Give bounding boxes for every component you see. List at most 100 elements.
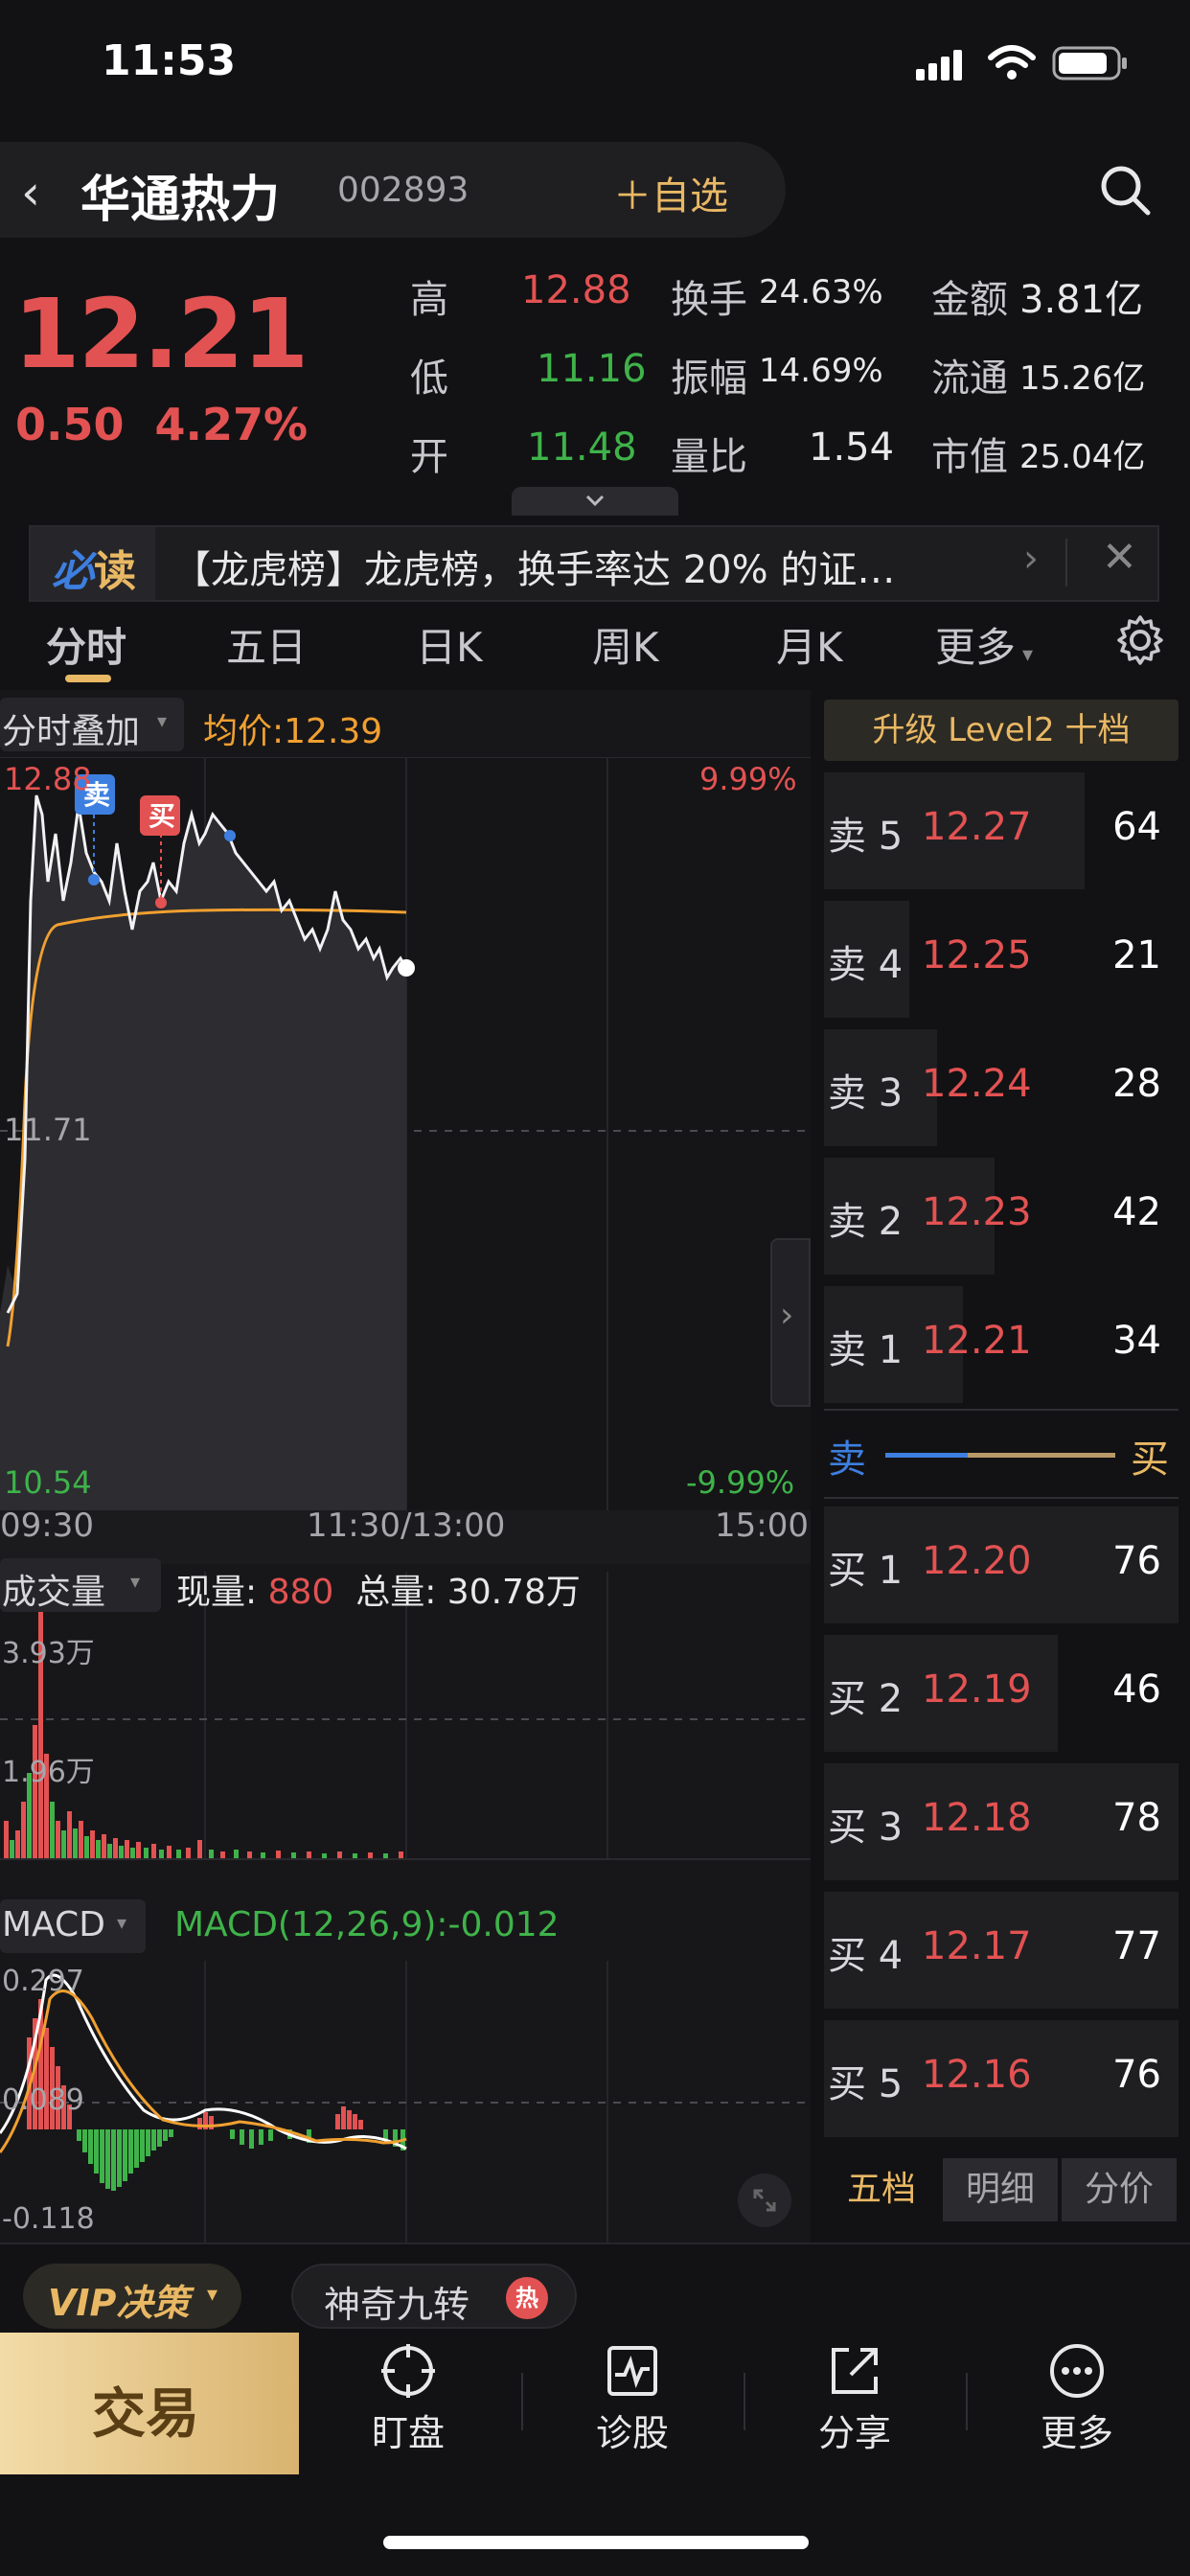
ask-price: 12.24 xyxy=(922,1062,1032,1106)
bid-volume: 77 xyxy=(1112,1924,1161,1968)
watch-button[interactable]: 盯盘 xyxy=(332,2342,485,2467)
macd-label: MACD xyxy=(2,1905,105,1944)
more-dots-icon xyxy=(1050,2344,1104,2398)
current-price: 12.21 xyxy=(13,278,309,390)
tab-monthly-k[interactable]: 月K xyxy=(776,615,843,674)
volume-indicator-selector[interactable]: 成交量 ▾ xyxy=(0,1558,161,1612)
stock-header: ‹ 华通热力 002893 ＋自选 xyxy=(0,142,786,238)
diagnose-button[interactable]: 诊股 xyxy=(556,2342,709,2467)
bid-level-label: 买 2 xyxy=(828,1677,904,1721)
market-cap-value: 25.04亿 xyxy=(1019,438,1146,476)
tab-price-distribution[interactable]: 分价 xyxy=(1062,2158,1177,2221)
diagnose-label: 诊股 xyxy=(595,2412,669,2454)
high-value: 12.88 xyxy=(521,268,631,312)
bid-price: 12.19 xyxy=(922,1668,1032,1712)
ask-level-label: 卖 3 xyxy=(828,1071,904,1116)
ask-level-label: 卖 2 xyxy=(828,1200,904,1244)
gear-icon[interactable] xyxy=(1115,615,1165,665)
low-label: 低 xyxy=(410,356,448,401)
ask-row-4[interactable]: 卖 4 12.25 21 xyxy=(824,901,1179,1018)
chart-svg xyxy=(0,757,811,1860)
open-label: 开 xyxy=(410,435,448,479)
ask-row-2[interactable]: 卖 2 12.23 42 xyxy=(824,1158,1179,1275)
chevron-right-icon: › xyxy=(780,1296,794,1335)
tab-detail[interactable]: 明细 xyxy=(943,2158,1058,2221)
y-axis-min: 10.54 xyxy=(4,1464,92,1501)
sell-marker[interactable]: 卖 xyxy=(77,774,117,813)
watch-label: 盯盘 xyxy=(371,2412,445,2454)
float-value: 15.26亿 xyxy=(1019,359,1146,398)
trade-button[interactable]: 交易 xyxy=(0,2333,299,2474)
bid-price: 12.16 xyxy=(922,2053,1032,2097)
turnover-label: 换手 xyxy=(671,278,747,322)
upgrade-level2-button[interactable]: 升级 Level2 十档 xyxy=(824,700,1179,761)
more-button[interactable]: 更多 xyxy=(1000,2342,1154,2467)
vip-decision-button[interactable]: VIP决策 ▾ xyxy=(23,2264,241,2329)
buy-ratio-label: 买 xyxy=(1131,1438,1169,1482)
time-mid: 11:30/13:00 xyxy=(307,1506,506,1545)
search-icon[interactable] xyxy=(1096,161,1154,218)
ask-volume: 21 xyxy=(1112,933,1161,978)
overlay-label: 分时叠加 xyxy=(2,712,141,751)
bid-row-2[interactable]: 买 2 12.19 46 xyxy=(824,1635,1179,1752)
change-percent: 4.27% xyxy=(154,399,309,450)
buy-marker[interactable]: 买 xyxy=(142,795,182,834)
ask-volume: 42 xyxy=(1112,1190,1161,1234)
bid-row-1[interactable]: 买 1 12.20 76 xyxy=(824,1506,1179,1623)
high-label: 高 xyxy=(410,278,448,322)
bid-level-label: 买 1 xyxy=(828,1549,904,1593)
tab-more[interactable]: 更多 ▾ xyxy=(935,615,1033,674)
news-bar[interactable]: 必 读 【龙虎榜】龙虎榜，换手率达 20% 的证… › ✕ xyxy=(29,525,1159,602)
ask-row-3[interactable]: 卖 3 12.24 28 xyxy=(824,1029,1179,1146)
avg-price-label: 均价:12.39 xyxy=(203,712,383,751)
bid-row-4[interactable]: 买 4 12.17 77 xyxy=(824,1892,1179,2009)
close-icon[interactable]: ✕ xyxy=(1102,533,1137,582)
tab-daily-k[interactable]: 日K xyxy=(416,615,483,674)
expand-quote-button[interactable] xyxy=(512,487,678,516)
fullscreen-button[interactable] xyxy=(738,2174,791,2227)
macd-y-mid: 0.089 xyxy=(2,2083,84,2117)
add-favorite-button[interactable]: ＋自选 xyxy=(613,165,728,220)
volume-ratio-value: 1.54 xyxy=(809,426,895,470)
expand-panel-button[interactable]: › xyxy=(770,1238,811,1407)
battery-icon xyxy=(1052,46,1127,80)
volume-y-mid: 1.96万 xyxy=(2,1756,95,1789)
news-headline[interactable]: 【龙虎榜】龙虎榜，换手率达 20% 的证… xyxy=(172,539,1016,594)
chevron-down-icon xyxy=(585,494,605,507)
ask-row-5[interactable]: 卖 5 12.27 64 xyxy=(824,772,1179,889)
share-icon xyxy=(832,2348,878,2394)
amplitude-value: 14.69% xyxy=(759,352,883,390)
total-volume: 30.78万 xyxy=(446,1573,581,1612)
bid-row-5[interactable]: 买 5 12.16 76 xyxy=(824,2020,1179,2137)
bid-price: 12.17 xyxy=(922,1924,1032,1968)
tab-more-label: 更多 xyxy=(935,624,1017,671)
caret-down-icon: ▾ xyxy=(157,709,168,732)
sell-ratio-label: 卖 xyxy=(828,1438,866,1482)
bid-row-3[interactable]: 买 3 12.18 78 xyxy=(824,1763,1179,1880)
divider xyxy=(824,1497,1179,1499)
turnover-value: 24.63% xyxy=(759,273,883,311)
chevron-right-icon: › xyxy=(1023,537,1039,581)
macd-indicator-selector[interactable]: MACD ▾ xyxy=(0,1899,146,1953)
must-read-tag: 必 读 xyxy=(31,527,155,600)
tab-weekly-k[interactable]: 周K xyxy=(592,615,659,674)
ask-row-1[interactable]: 卖 1 12.21 34 xyxy=(824,1286,1179,1403)
tab-five-day[interactable]: 五日 xyxy=(226,615,307,674)
stock-name: 华通热力 xyxy=(80,172,281,229)
tab-intraday[interactable]: 分时 xyxy=(46,615,126,674)
signal-icon xyxy=(916,50,966,80)
volume-label: 成交量 xyxy=(2,1573,106,1612)
price-change: 0.50 4.27% xyxy=(15,399,308,450)
macd-chart-svg xyxy=(0,1961,811,2242)
must-read-char-1: 必 xyxy=(52,547,94,596)
overlay-selector[interactable]: 分时叠加 ▾ xyxy=(0,698,184,751)
volume-y-max: 3.93万 xyxy=(2,1637,95,1670)
chevron-left-icon[interactable]: ‹ xyxy=(21,165,40,220)
must-read-char-2: 读 xyxy=(94,547,136,596)
magic-nine-button[interactable]: 神奇九转 热 xyxy=(291,2264,577,2329)
nav-divider xyxy=(966,2373,968,2430)
share-button[interactable]: 分享 xyxy=(778,2342,931,2467)
tab-five-level[interactable]: 五档 xyxy=(824,2158,939,2221)
sell-ratio-bar xyxy=(885,1453,968,1458)
expand-icon xyxy=(753,2189,776,2212)
